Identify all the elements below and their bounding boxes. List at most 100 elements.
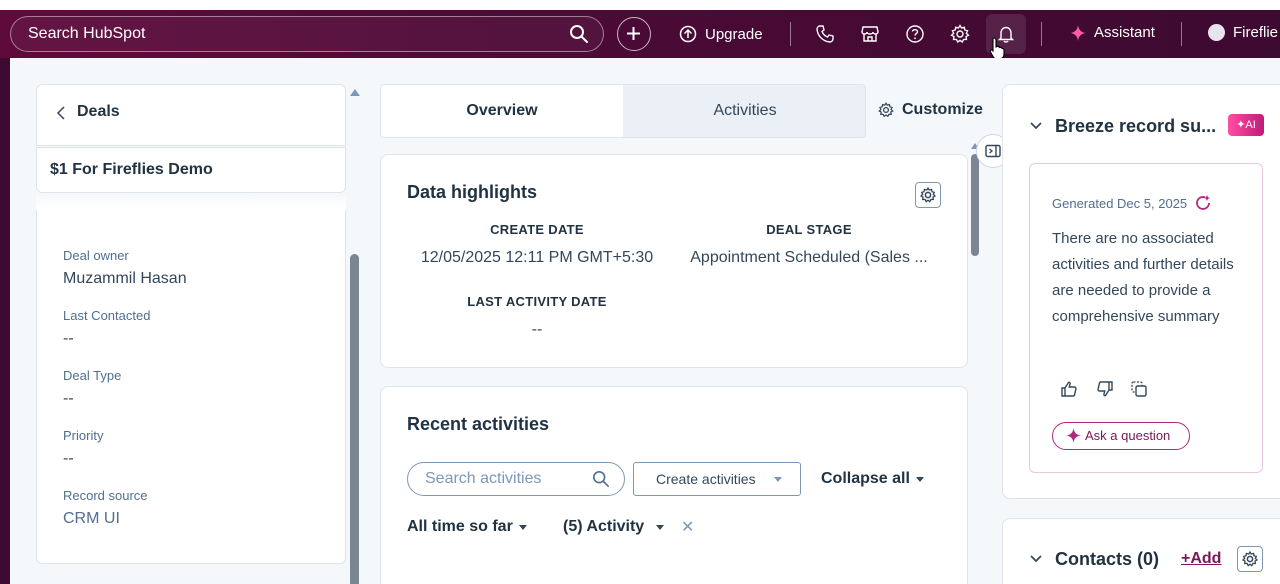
thumbs-up-icon[interactable]	[1060, 380, 1078, 398]
regenerate-icon[interactable]	[1195, 194, 1213, 212]
breadcrumb[interactable]: Deals	[36, 84, 346, 146]
property-label: Record source	[63, 488, 148, 503]
chevron-down-icon[interactable]	[1029, 121, 1043, 131]
property-record-source[interactable]: Record source CRM UI	[63, 488, 148, 528]
divider	[1041, 22, 1042, 46]
faded-scroll-row	[36, 194, 346, 210]
caret-down-icon	[915, 476, 924, 482]
highlight-value[interactable]: Appointment Scheduled (Sales ...	[685, 249, 933, 267]
tab-activities[interactable]: Activities	[624, 85, 865, 137]
generated-date-label: Generated Dec 5, 2025	[1052, 195, 1188, 211]
gear-icon	[878, 102, 894, 118]
ai-badge: ✦AI	[1228, 114, 1264, 136]
upgrade-button[interactable]: Upgrade	[679, 24, 763, 44]
contacts-settings-button[interactable]	[1237, 546, 1263, 572]
contacts-card: Contacts (0) +Add	[1002, 518, 1280, 584]
highlights-settings-button[interactable]	[915, 182, 941, 208]
property-value[interactable]: --	[63, 450, 103, 468]
add-contact-button[interactable]: +Add	[1181, 550, 1221, 568]
collapse-all-button[interactable]: Collapse all	[821, 470, 924, 488]
summary-text: There are no associated activities and f…	[1052, 230, 1234, 325]
help-icon[interactable]	[905, 24, 925, 44]
highlight-label: CREATE DATE	[490, 222, 584, 237]
divider	[1181, 22, 1182, 46]
sparkle-icon	[1070, 24, 1086, 41]
property-label: Deal Type	[63, 368, 122, 383]
global-search-placeholder: Search HubSpot	[28, 25, 146, 42]
left-scrollbar-thumb[interactable]	[350, 254, 359, 584]
thumbs-down-icon[interactable]	[1096, 380, 1114, 398]
search-activities-input[interactable]: Search activities	[407, 462, 625, 496]
collapse-all-label: Collapse all	[821, 470, 910, 487]
highlight-value: --	[531, 321, 543, 338]
property-priority[interactable]: Priority --	[63, 428, 103, 468]
caret-down-icon	[774, 477, 782, 482]
time-filter-dropdown[interactable]: All time so far	[407, 518, 527, 536]
time-filter-label: All time so far	[407, 518, 513, 535]
property-label: Last Contacted	[63, 308, 151, 323]
record-tabs: Overview Activities	[380, 84, 866, 138]
activity-filter-dropdown[interactable]: (5) Activity	[563, 518, 665, 536]
caret-down-icon	[656, 524, 665, 530]
recent-activities-title: Recent activities	[407, 414, 550, 434]
global-search-input[interactable]: Search HubSpot	[10, 16, 604, 52]
breeze-summary-card: Breeze record su... ✦AI Generated Dec 5,…	[1002, 84, 1280, 499]
breeze-summary-title[interactable]: Breeze record su...	[1055, 116, 1216, 137]
top-strip	[0, 0, 1280, 10]
recent-activities-card: Recent activities Search activities Crea…	[380, 386, 968, 584]
activity-filter-label: (5) Activity	[563, 518, 645, 535]
settings-gear-icon[interactable]	[950, 24, 970, 44]
highlight-label: DEAL STAGE	[766, 222, 852, 237]
chevron-down-icon[interactable]	[1029, 554, 1043, 564]
create-activities-dropdown[interactable]: Create activities	[633, 462, 801, 496]
phone-icon[interactable]	[815, 24, 835, 44]
contacts-title[interactable]: Contacts (0)	[1055, 549, 1159, 570]
page-frame	[0, 58, 10, 584]
gear-icon	[919, 186, 937, 203]
caret-down-icon	[518, 524, 527, 530]
record-title-card: $1 For Fireflies Demo	[36, 147, 346, 193]
property-label: Priority	[63, 428, 104, 443]
generated-date: Generated Dec 5, 2025	[1052, 194, 1213, 212]
property-value: CRM UI	[63, 510, 120, 527]
highlight-last-activity-date: LAST ACTIVITY DATE --	[417, 294, 657, 339]
sparkle-icon	[1066, 428, 1081, 443]
upgrade-arrow-icon	[679, 25, 697, 43]
clear-filter-close-icon[interactable]: ✕	[681, 517, 694, 537]
gear-icon	[1241, 550, 1259, 567]
ask-a-question-button[interactable]: Ask a question	[1052, 422, 1190, 450]
customize-label: Customize	[902, 101, 983, 118]
middle-scrollbar-thumb[interactable]	[971, 154, 979, 256]
marketplace-icon[interactable]	[860, 24, 880, 44]
highlight-value: 12/05/2025 12:11 PM GMT+5:30	[420, 249, 654, 266]
record-page: Deals $1 For Fireflies Demo Deal owner M…	[10, 58, 1280, 584]
search-icon	[592, 470, 610, 488]
tab-overview[interactable]: Overview	[381, 85, 623, 137]
create-new-button[interactable]	[617, 17, 651, 51]
data-highlights-title: Data highlights	[407, 182, 537, 202]
search-activities-placeholder: Search activities	[425, 470, 542, 487]
ai-badge-label: AI	[1245, 119, 1256, 131]
divider	[790, 22, 791, 46]
scroll-up-arrow[interactable]	[350, 89, 360, 96]
top-nav-bar: Search HubSpot Upgrade Assistant Firefli…	[0, 10, 1280, 60]
data-highlights-card: Data highlights CREATE DATE 12/05/2025 1…	[380, 154, 968, 368]
plus-icon: +	[1181, 550, 1191, 567]
assistant-button[interactable]: Assistant	[1070, 24, 1155, 41]
assistant-label: Assistant	[1094, 24, 1155, 41]
property-value[interactable]: Muzammil Hasan	[63, 270, 187, 288]
account-menu[interactable]: Fireflie	[1208, 24, 1278, 41]
customize-button[interactable]: Customize	[878, 101, 983, 119]
copy-icon[interactable]	[1130, 380, 1148, 398]
highlight-deal-stage: DEAL STAGE Appointment Scheduled (Sales …	[685, 222, 933, 267]
chevron-left-icon	[56, 106, 65, 120]
property-value[interactable]: --	[63, 330, 150, 348]
property-value[interactable]: --	[63, 390, 121, 408]
property-deal-type[interactable]: Deal Type --	[63, 368, 121, 408]
summary-box: Generated Dec 5, 2025 There are no assoc…	[1029, 163, 1263, 473]
properties-card: Deal owner Muzammil Hasan Last Contacted…	[36, 210, 346, 564]
property-last-contacted[interactable]: Last Contacted --	[63, 308, 150, 348]
search-icon	[570, 25, 588, 43]
back-to-deals-link[interactable]: Deals	[77, 103, 120, 121]
property-deal-owner[interactable]: Deal owner Muzammil Hasan	[63, 248, 187, 288]
